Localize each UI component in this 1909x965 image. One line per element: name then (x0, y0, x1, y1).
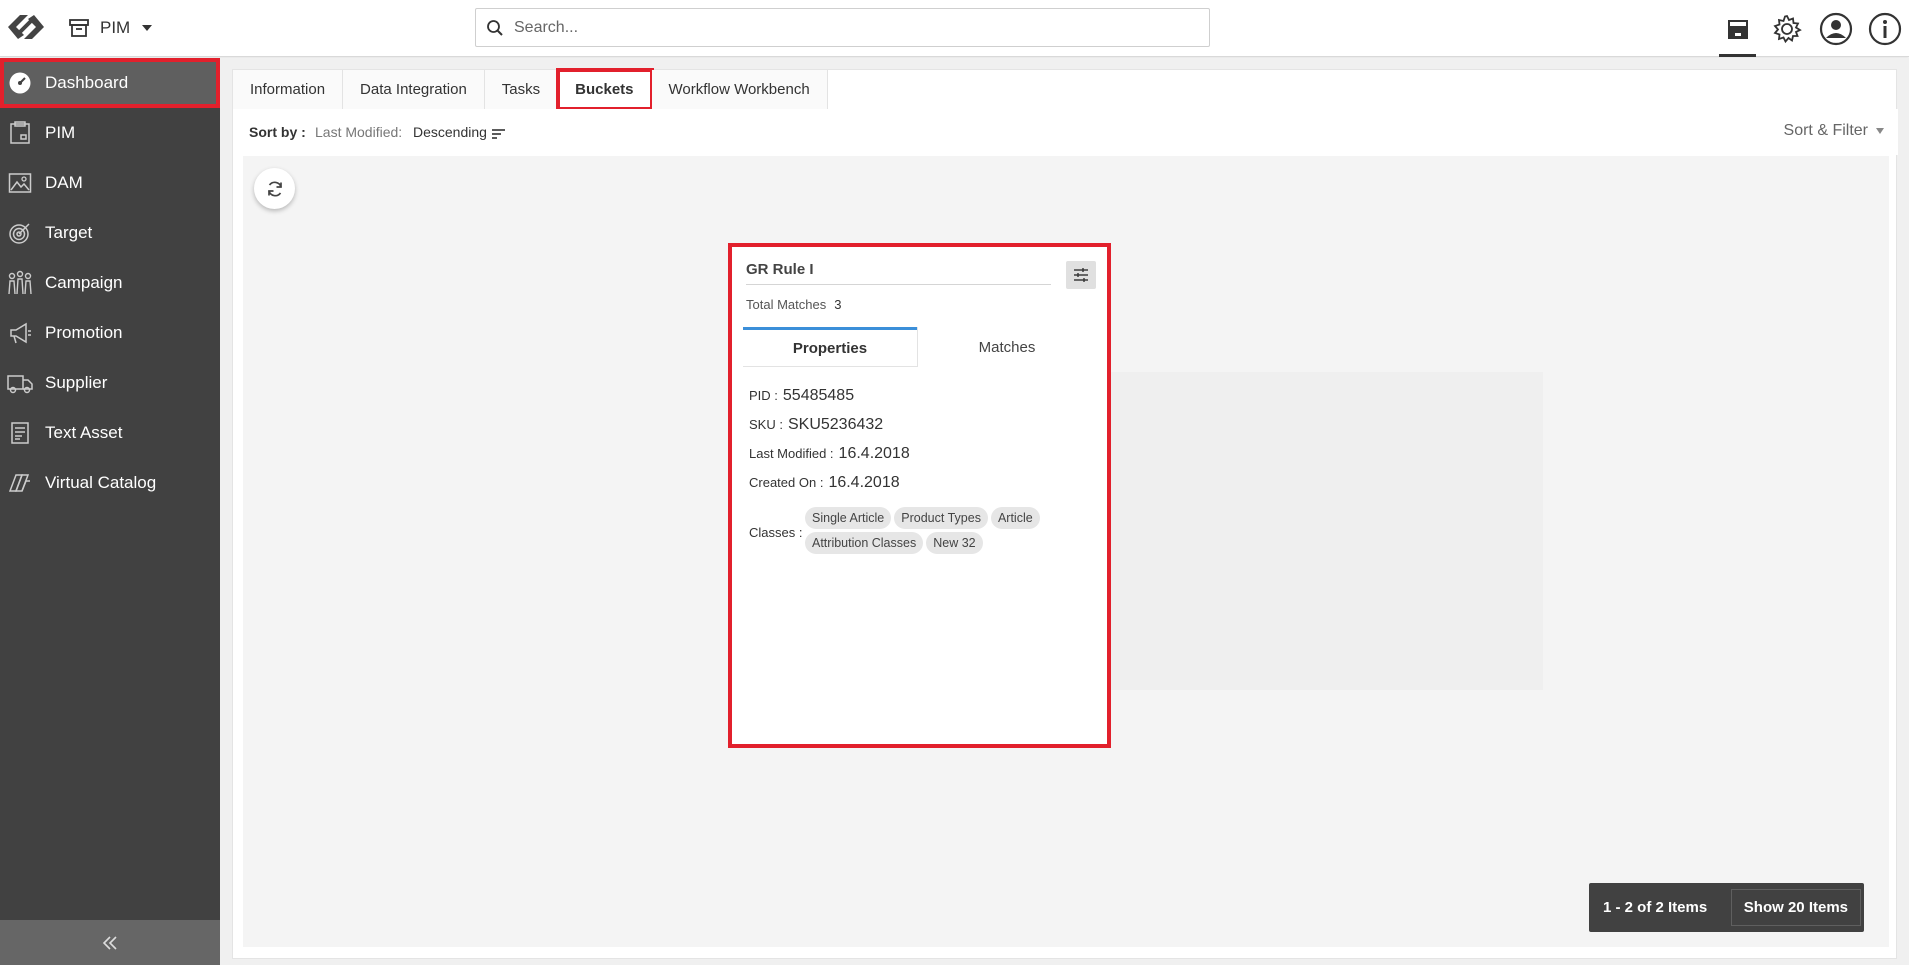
sidebar-item-label: Supplier (45, 373, 108, 392)
bucket-card[interactable]: GR Rule I Total Matches 3 Properties Matc… (728, 243, 1111, 748)
sort-field[interactable]: Last Modified: (315, 124, 402, 140)
bucket-title: GR Rule I (746, 261, 1051, 285)
property-created-on: Created On : 16.4.2018 (749, 474, 1089, 503)
property-key: SKU : (749, 417, 783, 432)
property-last-modified: Last Modified : 16.4.2018 (749, 445, 1089, 474)
sort-by-label: Sort by : (249, 124, 306, 140)
sidebar: Dashboard PIM DAM Target Campaign Promot… (0, 58, 220, 965)
property-value: 16.4.2018 (828, 474, 900, 491)
sidebar-item-label: DAM (45, 173, 83, 192)
search-box[interactable] (475, 8, 1210, 47)
tab-tasks[interactable]: Tasks (484, 70, 559, 109)
pim-icon (7, 120, 33, 146)
sort-direction[interactable]: Descending (413, 124, 487, 140)
top-bar: PIM (0, 0, 1909, 57)
catalog-box-icon[interactable] (1713, 0, 1762, 57)
tab-bar: Information Data Integration Tasks Bucke… (233, 68, 828, 111)
card-tab-bar: Properties Matches (743, 327, 1096, 367)
tab-buckets[interactable]: Buckets (556, 68, 654, 111)
text-document-icon (7, 420, 33, 446)
total-matches: Total Matches 3 (746, 297, 841, 312)
page-size-button[interactable]: Show 20 Items (1730, 889, 1861, 926)
truck-icon (7, 370, 33, 396)
sidebar-item-label: PIM (45, 123, 76, 142)
total-matches-value: 3 (834, 297, 842, 312)
sort-bar: Sort by : Last Modified: Descending Sort… (233, 109, 1898, 155)
properties-list: PID : 55485485 SKU : SKU5236432 Last Mod… (749, 387, 1089, 557)
sidebar-item-label: Campaign (45, 273, 123, 292)
sidebar-item-campaign[interactable]: Campaign (0, 258, 220, 308)
caret-down-icon (1876, 128, 1884, 134)
search-input[interactable] (514, 18, 1194, 37)
tab-information[interactable]: Information (233, 70, 344, 109)
class-chip: Attribution Classes (805, 532, 924, 554)
class-chip: New 32 (926, 532, 983, 554)
pagination-bar: 1 - 2 of 2 Items Show 20 Items (1589, 883, 1864, 932)
card-settings-button[interactable] (1066, 261, 1096, 289)
class-chip: Article (990, 507, 1040, 529)
sidebar-item-dam[interactable]: DAM (0, 158, 220, 208)
sort-order-icon[interactable] (492, 126, 505, 142)
module-name: PIM (100, 18, 131, 37)
sidebar-item-label: Target (45, 223, 93, 242)
buckets-canvas: GR Rule I Total Matches 3 Properties Matc… (243, 156, 1889, 947)
sidebar-item-dashboard[interactable]: Dashboard (0, 58, 220, 108)
sidebar-item-label: Text Asset (45, 423, 123, 442)
collapse-sidebar-button[interactable] (0, 920, 220, 965)
search-icon (487, 19, 503, 36)
dashboard-icon (7, 70, 33, 96)
sidebar-item-virtual-catalog[interactable]: Virtual Catalog (0, 458, 220, 508)
sidebar-item-label: Virtual Catalog (45, 473, 157, 492)
image-icon (7, 170, 33, 196)
property-key: Created On : (749, 475, 824, 490)
archive-box-icon (68, 17, 90, 39)
property-sku: SKU : SKU5236432 (749, 416, 1089, 445)
sliders-icon (1074, 268, 1088, 282)
total-matches-label: Total Matches (746, 297, 827, 312)
class-chip: Product Types (894, 507, 988, 529)
main-area: Information Data Integration Tasks Bucke… (220, 58, 1909, 965)
item-count: 1 - 2 of 2 Items (1603, 899, 1708, 916)
tab-data-integration[interactable]: Data Integration (343, 70, 485, 109)
tab-workflow-workbench[interactable]: Workflow Workbench (651, 70, 828, 109)
refresh-button[interactable] (254, 168, 295, 209)
sidebar-item-text-asset[interactable]: Text Asset (0, 408, 220, 458)
sidebar-item-pim[interactable]: PIM (0, 108, 220, 158)
property-classes: Classes : Single Article Product Types A… (749, 507, 1089, 557)
property-value: 55485485 (782, 387, 855, 404)
megaphone-icon (7, 320, 33, 346)
property-value: SKU5236432 (787, 416, 884, 433)
class-chip: Single Article (805, 507, 892, 529)
double-chevron-left-icon (102, 935, 117, 950)
info-icon[interactable] (1860, 0, 1909, 57)
sidebar-item-promotion[interactable]: Promotion (0, 308, 220, 358)
class-chips: Single Article Product Types Article Att… (805, 507, 1055, 557)
property-key: Classes : (749, 525, 803, 540)
catalog-pages-icon (7, 470, 33, 496)
content-panel: Information Data Integration Tasks Bucke… (232, 68, 1898, 959)
refresh-icon (267, 180, 282, 197)
chevron-down-icon (142, 25, 153, 31)
tab-matches[interactable]: Matches (917, 327, 1096, 367)
property-key: PID : (749, 388, 778, 403)
app-logo-icon[interactable] (4, 8, 48, 46)
property-pid: PID : 55485485 (749, 387, 1089, 416)
sort-filter-button[interactable]: Sort & Filter (1784, 122, 1884, 140)
sidebar-item-label: Dashboard (45, 73, 129, 92)
sidebar-item-supplier[interactable]: Supplier (0, 358, 220, 408)
campaign-icon (7, 270, 33, 296)
placeholder-area (1083, 372, 1543, 690)
target-icon (7, 220, 33, 246)
tab-properties[interactable]: Properties (743, 327, 917, 367)
user-account-icon[interactable] (1811, 0, 1860, 57)
sidebar-item-label: Promotion (45, 323, 123, 342)
property-value: 16.4.2018 (838, 445, 910, 462)
gear-icon[interactable] (1762, 0, 1811, 57)
sidebar-item-target[interactable]: Target (0, 208, 220, 258)
sort-filter-label: Sort & Filter (1783, 122, 1868, 139)
property-key: Last Modified : (749, 446, 834, 461)
module-switcher[interactable]: PIM (68, 14, 153, 42)
